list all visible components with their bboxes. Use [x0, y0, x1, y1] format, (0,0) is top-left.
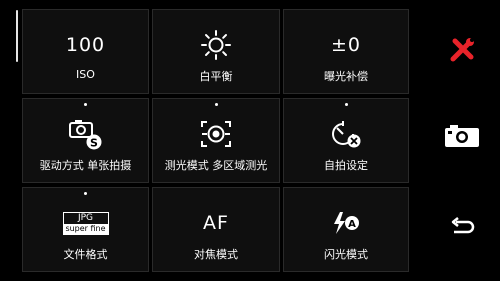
file-format-label: 文件格式 [63, 248, 108, 261]
indicator-dot [344, 103, 348, 106]
svg-text:S: S [90, 137, 98, 150]
metering-mode-tile[interactable]: 测光模式 多区域测光 [152, 98, 280, 183]
exposure-value-icon: ±0 [284, 30, 408, 60]
sun-icon [153, 30, 279, 60]
focus-mode-tile[interactable]: AF 对焦模式 [152, 187, 280, 272]
indicator-dot [84, 103, 87, 106]
flash-auto-letter: A [348, 219, 356, 230]
settings-grid: 100 ISO 白平衡 ±0 曝光补偿 S 驱动方式 单张拍摄 测光模式 多区域… [22, 9, 409, 272]
iso-label: ISO [76, 68, 95, 81]
exposure-compensation-tile[interactable]: ±0 曝光补偿 [283, 9, 409, 94]
self-timer-tile[interactable]: 自拍设定 [283, 98, 409, 183]
flash-mode-tile[interactable]: A 闪光模式 [283, 187, 409, 272]
indicator-dot [84, 192, 87, 195]
metering-icon [153, 119, 279, 149]
drive-mode-tile[interactable]: S 驱动方式 单张拍摄 [22, 98, 149, 183]
camera-button[interactable] [444, 120, 480, 156]
iso-value: 100 [65, 34, 106, 56]
file-format-tile[interactable]: JPG super fine 文件格式 [22, 187, 149, 272]
jpg-text: JPG [77, 212, 94, 223]
white-balance-tile[interactable]: 白平衡 [152, 9, 280, 94]
jpg-superfine-icon: JPG super fine [23, 208, 148, 238]
focus-mode-value: AF [203, 212, 229, 234]
metering-mode-label: 测光模式 多区域测光 [164, 159, 268, 172]
tools-button[interactable] [444, 34, 480, 70]
back-button[interactable] [444, 212, 480, 248]
indicator-dot [214, 103, 218, 106]
iso-tile[interactable]: 100 ISO [22, 9, 149, 94]
iso-value-icon: 100 [23, 30, 148, 60]
camera-icon [444, 123, 480, 153]
af-value-icon: AF [153, 208, 279, 238]
exposure-value: ±0 [330, 34, 361, 56]
drive-mode-label: 驱动方式 单张拍摄 [39, 159, 132, 172]
self-timer-label: 自拍设定 [324, 159, 368, 172]
single-shot-icon: S [23, 119, 148, 150]
focus-mode-label: 对焦模式 [194, 248, 238, 261]
jpg-quality-text: super fine [63, 223, 108, 234]
flash-auto-icon: A [284, 208, 408, 238]
flash-mode-label: 闪光模式 [324, 248, 368, 261]
white-balance-label: 白平衡 [199, 70, 233, 83]
back-arrow-icon [448, 216, 476, 244]
scrollbar[interactable] [16, 10, 18, 62]
tools-icon [447, 35, 477, 69]
exposure-compensation-label: 曝光补偿 [324, 70, 368, 83]
self-timer-off-icon [284, 119, 408, 149]
